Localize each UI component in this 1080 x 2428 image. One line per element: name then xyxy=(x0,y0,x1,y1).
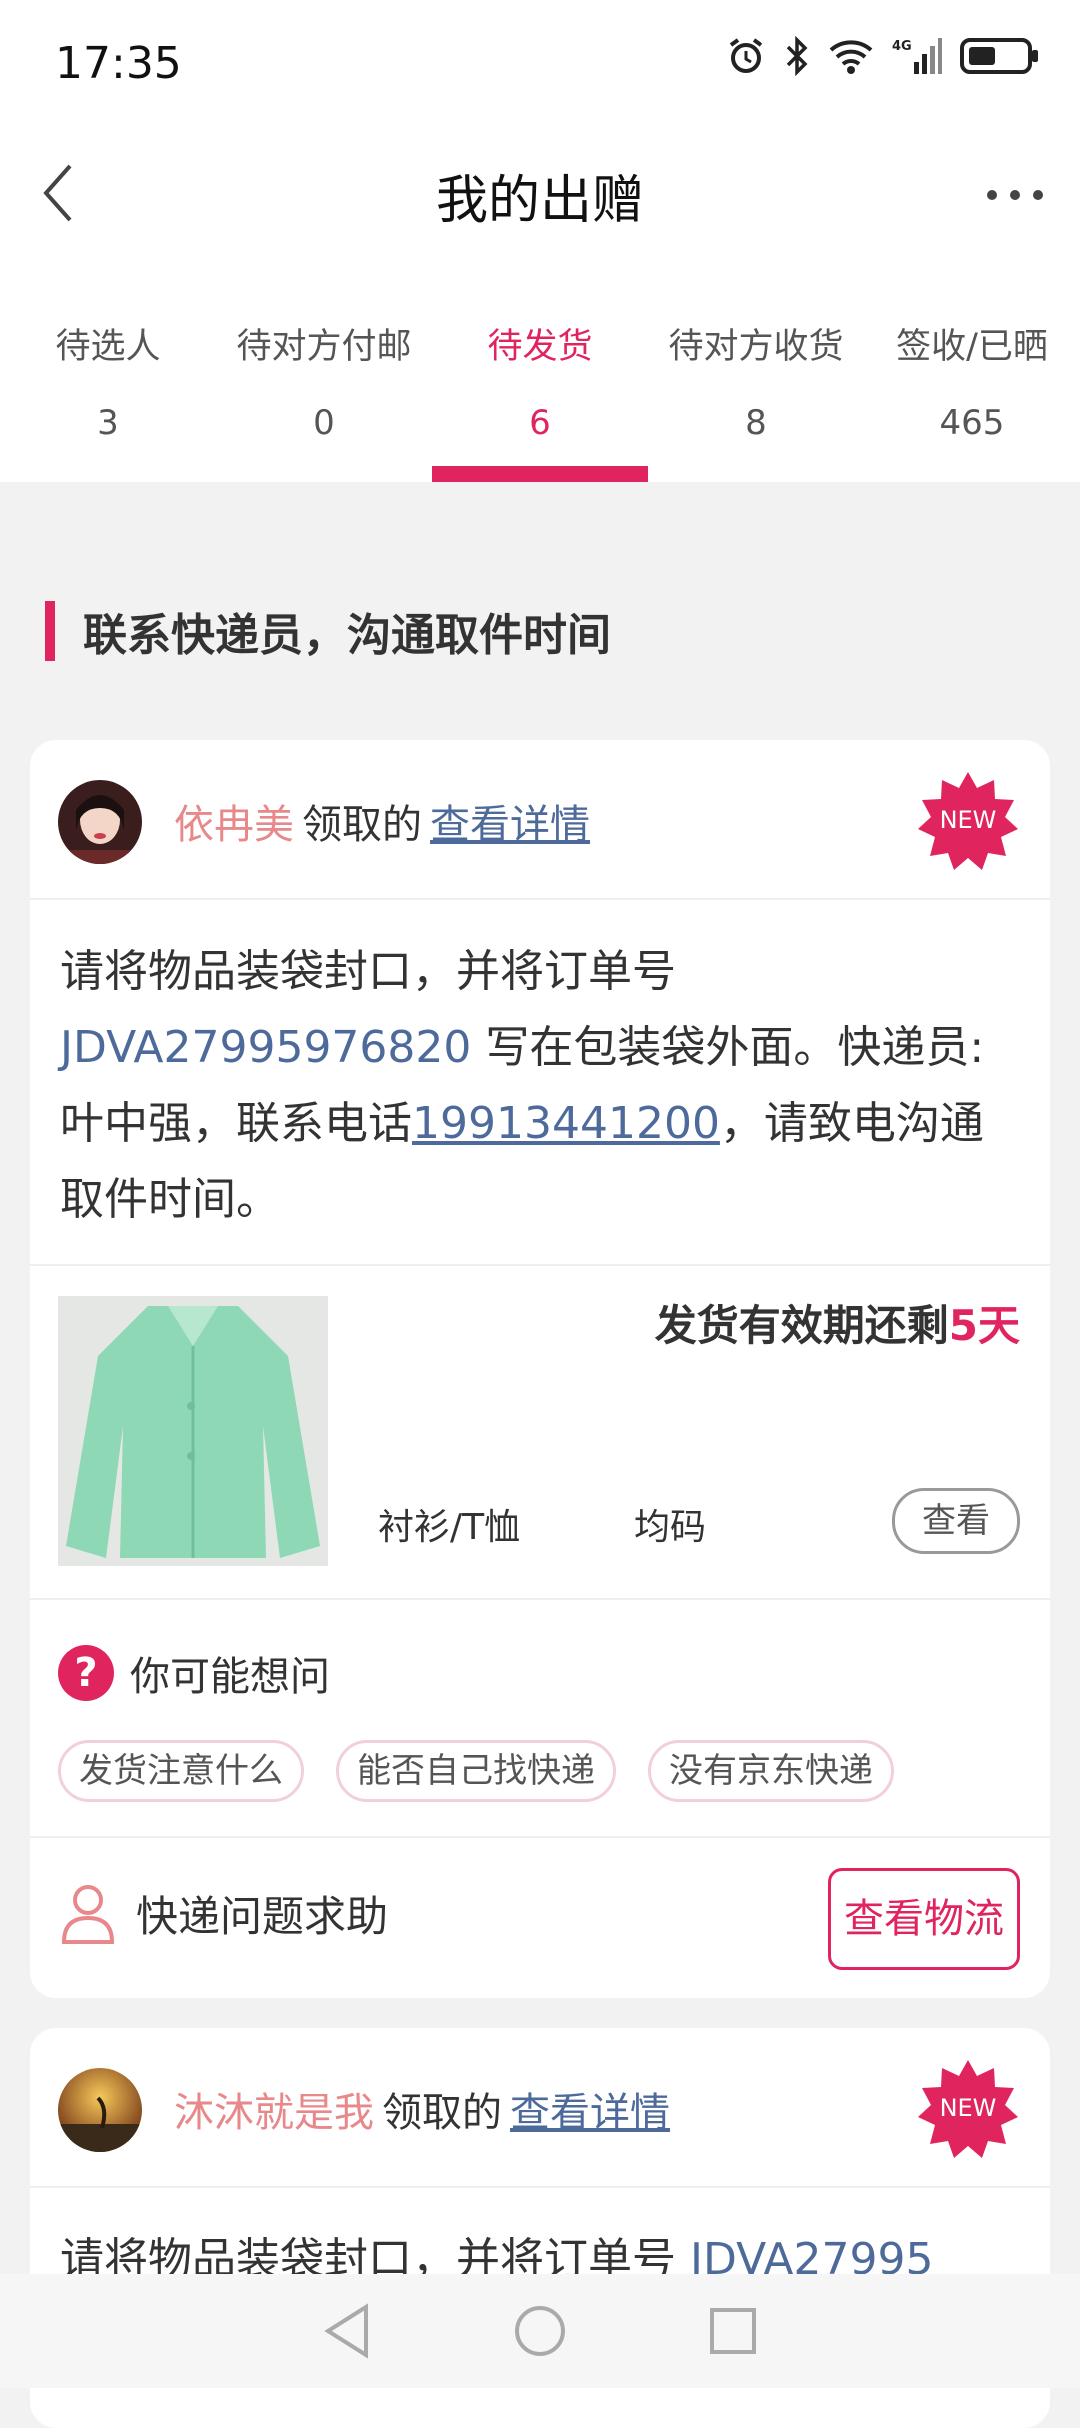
tab-label: 待对方付邮 xyxy=(236,327,412,367)
shipment-card: 依冉美 领取的 查看详情 NEW 请将物品装袋封口，并将订单号 JDVA279959… xyxy=(30,740,1050,1998)
top-bar: 17:35 4G 我的出赠 待选人 3 待对方付邮 0 待发货 6 待对方收货 … xyxy=(0,0,1080,482)
new-badge-text: NEW xyxy=(940,2094,997,2122)
status-time: 17:35 xyxy=(55,38,182,89)
card-header: 依冉美 领取的 查看详情 NEW xyxy=(30,740,1050,900)
item-thumbnail[interactable] xyxy=(58,1296,328,1566)
claimed-text: 领取的 xyxy=(382,2090,502,2136)
tab-signed-shared[interactable]: 签收/已晒 465 xyxy=(864,300,1080,482)
signal-4g-icon: 4G xyxy=(892,38,942,74)
faq-chip[interactable]: 没有京东快递 xyxy=(648,1740,894,1802)
help-row: 快递问题求助 查看物流 xyxy=(30,1838,1050,1998)
view-logistics-button[interactable]: 查看物流 xyxy=(828,1868,1020,1970)
nav-recents-icon[interactable] xyxy=(708,2306,758,2356)
faq-title: ? 你可能想问 xyxy=(58,1644,330,1702)
item-category: 衬衫/T恤 xyxy=(378,1507,521,1548)
new-badge-text: NEW xyxy=(940,806,997,834)
item-size: 均码 xyxy=(634,1507,707,1548)
view-item-button[interactable]: 查看 xyxy=(892,1488,1020,1554)
courier-help-label: 快递问题求助 xyxy=(136,1891,389,1941)
svg-text:4G: 4G xyxy=(892,39,912,54)
battery-icon xyxy=(960,38,1038,74)
deadline-days: 5天 xyxy=(948,1301,1020,1350)
faq-title-text: 你可能想问 xyxy=(130,1654,330,1700)
tab-count: 8 xyxy=(745,403,767,443)
claimer-line: 依冉美 领取的 查看详情 xyxy=(174,792,590,850)
bluetooth-icon xyxy=(786,36,808,76)
instruction-text: 请将物品装袋封口，并将订单号 xyxy=(60,946,676,997)
person-icon xyxy=(61,1885,115,1944)
order-number: JDVA27995976820 xyxy=(60,1022,472,1073)
system-nav-bar xyxy=(0,2274,1080,2388)
faq-section: ? 你可能想问 发货注意什么 能否自己找快递 没有京东快递 xyxy=(30,1600,1050,1838)
tab-label: 待选人 xyxy=(55,327,161,367)
claimed-text: 领取的 xyxy=(302,802,422,848)
more-options-icon[interactable] xyxy=(980,160,1050,230)
tab-count: 3 xyxy=(97,403,119,443)
tab-pending-select[interactable]: 待选人 3 xyxy=(0,300,216,482)
section-accent-bar xyxy=(45,601,55,661)
new-badge: NEW xyxy=(918,772,1018,870)
wifi-icon xyxy=(829,40,873,74)
nav-home-icon[interactable] xyxy=(512,2303,568,2359)
view-detail-link[interactable]: 查看详情 xyxy=(510,2090,670,2136)
tab-pending-receipt[interactable]: 待对方收货 8 xyxy=(648,300,864,482)
faq-chip[interactable]: 发货注意什么 xyxy=(58,1740,304,1802)
tab-count: 0 xyxy=(313,403,335,443)
courier-phone-link[interactable]: 19913441200 xyxy=(412,1098,720,1149)
item-row: 发货有效期还剩5天 衬衫/T恤 均码 查看 xyxy=(30,1266,1050,1600)
deadline-label: 发货有效期还剩 xyxy=(654,1301,949,1350)
question-icon: ? xyxy=(58,1645,114,1701)
section-title: 联系快递员，沟通取件时间 xyxy=(83,610,611,661)
faq-chips: 发货注意什么 能否自己找快递 没有京东快递 xyxy=(58,1740,894,1802)
claimer-name[interactable]: 依冉美 xyxy=(174,802,294,848)
avatar[interactable] xyxy=(58,780,142,864)
tab-count: 6 xyxy=(529,403,551,443)
card-header: 沐沐就是我 领取的 查看详情 NEW xyxy=(30,2028,1050,2188)
status-tabs: 待选人 3 待对方付邮 0 待发货 6 待对方收货 8 签收/已晒 465 xyxy=(0,300,1080,482)
faq-chip[interactable]: 能否自己找快递 xyxy=(336,1740,616,1802)
section-header: 联系快递员，沟通取件时间 xyxy=(45,600,611,662)
claimer-name[interactable]: 沐沐就是我 xyxy=(174,2090,374,2136)
page-title: 我的出赠 xyxy=(435,171,644,231)
tab-pending-shipment[interactable]: 待发货 6 xyxy=(432,300,648,482)
courier-help[interactable]: 快递问题求助 xyxy=(60,1882,388,1944)
tab-count: 465 xyxy=(939,403,1005,443)
tab-label: 待发货 xyxy=(487,327,593,367)
view-detail-link[interactable]: 查看详情 xyxy=(430,802,590,848)
claimer-line: 沐沐就是我 领取的 查看详情 xyxy=(174,2080,670,2138)
status-icons: 4G xyxy=(726,36,1040,76)
status-bar: 17:35 4G xyxy=(0,0,1080,130)
new-badge: NEW xyxy=(918,2060,1018,2158)
nav-bar: 我的出赠 xyxy=(0,130,1080,260)
avatar[interactable] xyxy=(58,2068,142,2152)
tab-label: 签收/已晒 xyxy=(896,327,1048,367)
alarm-icon xyxy=(729,38,763,73)
tab-pending-postage[interactable]: 待对方付邮 0 xyxy=(216,300,432,482)
shipping-deadline: 发货有效期还剩5天 xyxy=(655,1292,1020,1353)
shipping-instructions: 请将物品装袋封口，并将订单号 JDVA27995976820 写在包装袋外面。快… xyxy=(30,900,1050,1266)
tab-label: 待对方收货 xyxy=(668,327,844,367)
nav-back-icon[interactable] xyxy=(322,2303,372,2359)
